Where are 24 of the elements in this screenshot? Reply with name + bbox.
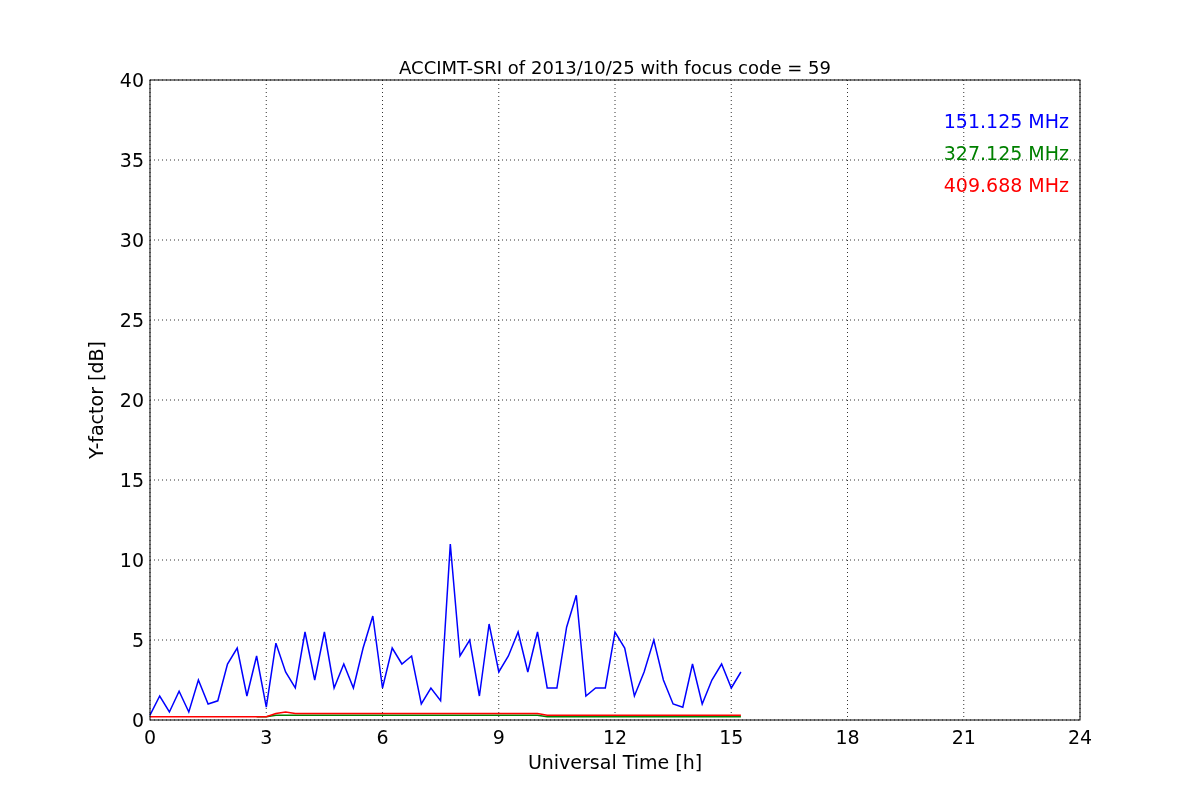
legend-label: 151.125 MHz xyxy=(943,110,1069,132)
x-axis-label: Universal Time [h] xyxy=(527,751,703,773)
y-tick-label: 15 xyxy=(119,469,144,491)
x-tick-label: 18 xyxy=(835,726,860,748)
y-axis-label: Y-factor [dB] xyxy=(85,341,107,459)
legend-label: 327.125 MHz xyxy=(943,142,1069,164)
x-tick-label: 12 xyxy=(602,726,628,748)
x-tick-label: 9 xyxy=(492,726,505,748)
x-tick-label: 6 xyxy=(376,726,389,748)
legend-label: 409.688 MHz xyxy=(943,174,1069,196)
x-tick-label: 24 xyxy=(1067,726,1093,748)
y-tick-label: 25 xyxy=(119,309,144,331)
x-tick-label: 21 xyxy=(951,726,976,748)
y-tick-label: 5 xyxy=(131,629,144,651)
y-tick-label: 30 xyxy=(119,229,144,251)
y-tick-label: 20 xyxy=(119,389,144,411)
y-tick-label: 0 xyxy=(131,709,144,731)
x-tick-label: 15 xyxy=(719,726,744,748)
y-tick-label: 10 xyxy=(119,549,144,571)
x-tick-label: 0 xyxy=(143,726,157,748)
y-tick-label: 35 xyxy=(119,149,144,171)
y-tick-label: 40 xyxy=(119,69,144,91)
chart-title: ACCIMT-SRI of 2013/10/25 with focus code = 59 xyxy=(399,57,831,78)
x-tick-label: 3 xyxy=(260,726,273,748)
